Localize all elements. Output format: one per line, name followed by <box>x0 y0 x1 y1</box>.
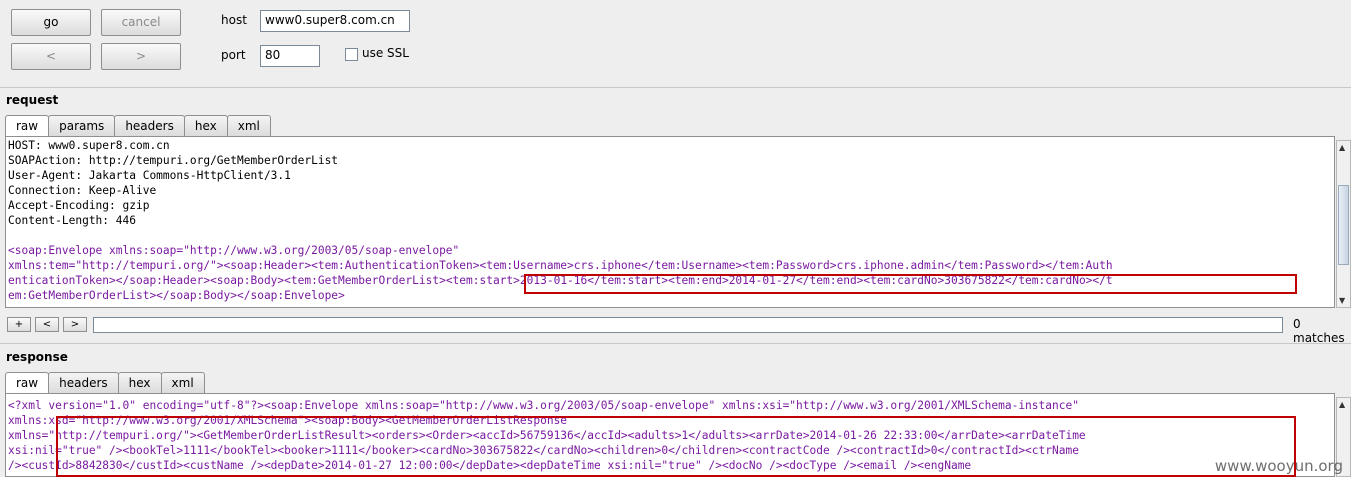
search-add-button[interactable]: + <box>7 317 31 332</box>
tab-hex[interactable]: hex <box>117 372 162 393</box>
tab-headers[interactable]: headers <box>114 115 185 136</box>
scroll-thumb[interactable] <box>1338 185 1349 265</box>
search-next-button[interactable]: > <box>63 317 87 332</box>
port-label: port <box>221 48 246 62</box>
body-line: em:GetMemberOrderList></soap:Body></soap… <box>8 289 345 302</box>
header-line: Accept-Encoding: gzip <box>8 199 150 212</box>
watermark: www.wooyun.org <box>1214 457 1343 475</box>
request-body: HOST: www0.super8.com.cn SOAPAction: htt… <box>6 137 1334 304</box>
response-section-title: response <box>6 350 68 364</box>
cancel-button[interactable]: cancel <box>101 9 181 36</box>
search-input[interactable] <box>93 317 1283 333</box>
header-line: Content-Length: 446 <box>8 214 136 227</box>
response-line: xmlns="http://tempuri.org/"><GetMemberOr… <box>8 429 1086 442</box>
response-body: <?xml version="1.0" encoding="utf-8"?><s… <box>6 394 1334 474</box>
header-line: User-Agent: Jakarta Commons-HttpClient/3… <box>8 169 291 182</box>
body-line: enticationToken></soap:Header><soap:Body… <box>8 274 446 287</box>
port-input[interactable]: 80 <box>260 45 320 67</box>
tab-xml[interactable]: xml <box>226 115 271 136</box>
tab-hex[interactable]: hex <box>183 115 228 136</box>
body-line: </t <box>1092 274 1113 287</box>
request-scrollbar[interactable]: ▲ ▼ <box>1336 140 1351 308</box>
response-line: <?xml version="1.0" encoding="utf-8"?><s… <box>8 399 1079 412</box>
forward-button[interactable]: > <box>101 43 181 70</box>
divider <box>0 87 1351 88</box>
header-line: Connection: Keep-Alive <box>8 184 157 197</box>
tab-headers[interactable]: headers <box>48 372 119 393</box>
response-raw-text[interactable]: <?xml version="1.0" encoding="utf-8"?><s… <box>5 393 1335 477</box>
response-line: /><custId>8842830</custId><custName /><d… <box>8 459 972 472</box>
response-line: xmlns:xsd="http://www.w3.org/2001/XMLSch… <box>8 414 568 427</box>
tab-raw[interactable]: raw <box>5 115 50 137</box>
back-button[interactable]: < <box>11 43 91 70</box>
tab-xml[interactable]: xml <box>160 372 205 393</box>
host-label: host <box>221 13 247 27</box>
tab-raw[interactable]: raw <box>5 372 50 394</box>
response-line: xsi:nil="true" /><bookTel>1111</bookTel>… <box>8 444 1079 457</box>
divider <box>0 343 1351 344</box>
request-section-title: request <box>6 93 59 107</box>
scroll-up-icon[interactable]: ▲ <box>1339 143 1345 152</box>
body-line: <soap:Envelope xmlns:soap="http://www.w3… <box>8 244 460 257</box>
use-ssl-label: use SSL <box>362 46 409 60</box>
request-raw-text[interactable]: HOST: www0.super8.com.cn SOAPAction: htt… <box>5 136 1335 308</box>
header-line: HOST: www0.super8.com.cn <box>8 139 170 152</box>
use-ssl-checkbox[interactable] <box>345 48 358 61</box>
highlighted-params: <tem:start>2013-01-16</tem:start><tem:en… <box>445 274 1093 287</box>
response-tabs: raw headers hex xml <box>5 372 205 394</box>
match-count: 0 matches <box>1293 317 1345 345</box>
go-button[interactable]: go <box>11 9 91 36</box>
scroll-up-icon[interactable]: ▲ <box>1339 400 1345 409</box>
request-tabs: raw params headers hex xml <box>5 115 271 137</box>
scroll-down-icon[interactable]: ▼ <box>1339 296 1345 305</box>
body-line: xmlns:tem="http://tempuri.org/"><soap:He… <box>8 259 1113 272</box>
tab-params[interactable]: params <box>48 115 116 136</box>
header-line: SOAPAction: http://tempuri.org/GetMember… <box>8 154 339 167</box>
search-prev-button[interactable]: < <box>35 317 59 332</box>
host-input[interactable]: www0.super8.com.cn <box>260 10 410 32</box>
